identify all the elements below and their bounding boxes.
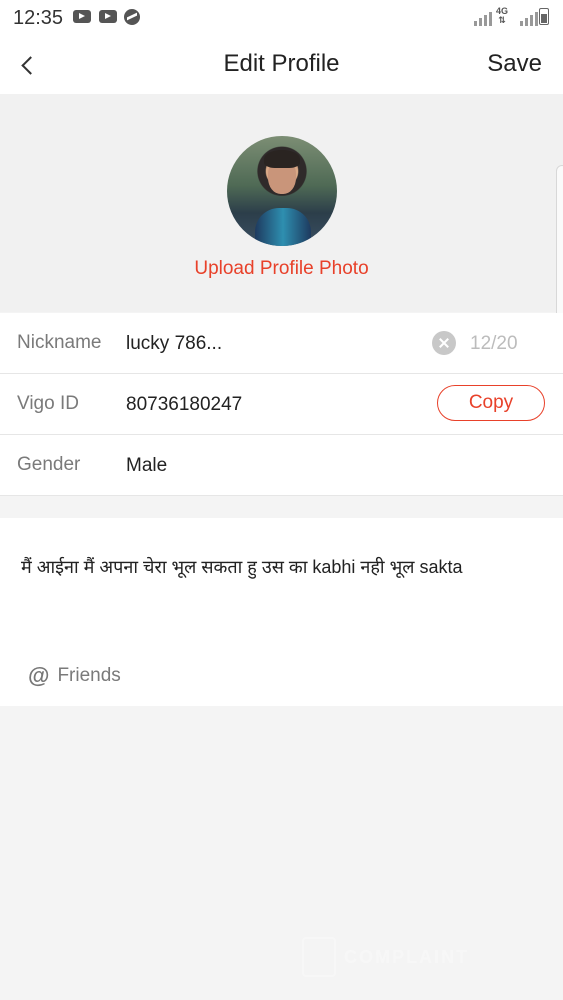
header: Edit Profile Save [0, 36, 563, 94]
messenger-icon [124, 9, 140, 25]
bio-text[interactable]: मैं आईना मैं अपना चेरा भूल सकता हु उस का… [21, 555, 462, 579]
watermark-logo: COMPLAINT [302, 934, 512, 980]
youtube-icon [73, 10, 91, 23]
nickname-row[interactable]: Nickname lucky 786... 12/20 [0, 313, 563, 374]
copy-button[interactable]: Copy [437, 385, 545, 421]
battery-icon [539, 8, 549, 25]
mention-friends-button[interactable]: @ Friends [28, 663, 121, 689]
page-title: Edit Profile [223, 50, 340, 77]
signal-icon [474, 10, 492, 26]
vigo-id-value: 80736180247 [126, 394, 243, 415]
youtube-icon [99, 10, 117, 23]
friends-label: Friends [57, 665, 121, 686]
network-4g-icon: 4G ⇅ [496, 6, 509, 25]
vigo-id-label: Vigo ID [17, 393, 79, 414]
gender-label: Gender [17, 454, 81, 475]
gender-row[interactable]: Gender Male [0, 435, 563, 496]
upload-profile-photo-link[interactable]: Upload Profile Photo [0, 258, 563, 280]
bio-section[interactable]: मैं आईना मैं अपना चेरा भूल सकता हु उस का… [0, 518, 563, 706]
status-bar: 12:35 4G ⇅ [0, 0, 563, 36]
at-sign-icon: @ [28, 663, 50, 688]
nickname-field[interactable]: lucky 786... [126, 333, 222, 355]
signal-icon [520, 10, 538, 26]
nickname-label: Nickname [17, 332, 102, 353]
network-label: 4G [496, 6, 509, 16]
profile-photo-section: Upload Profile Photo [0, 94, 563, 312]
vigo-id-row: Vigo ID 80736180247 Copy [0, 374, 563, 435]
save-button[interactable]: Save [487, 50, 542, 78]
char-count: 12/20 [470, 333, 518, 354]
avatar[interactable] [227, 136, 337, 246]
gender-value[interactable]: Male [126, 455, 167, 477]
status-time: 12:35 [13, 7, 64, 29]
clear-icon[interactable] [432, 331, 456, 355]
